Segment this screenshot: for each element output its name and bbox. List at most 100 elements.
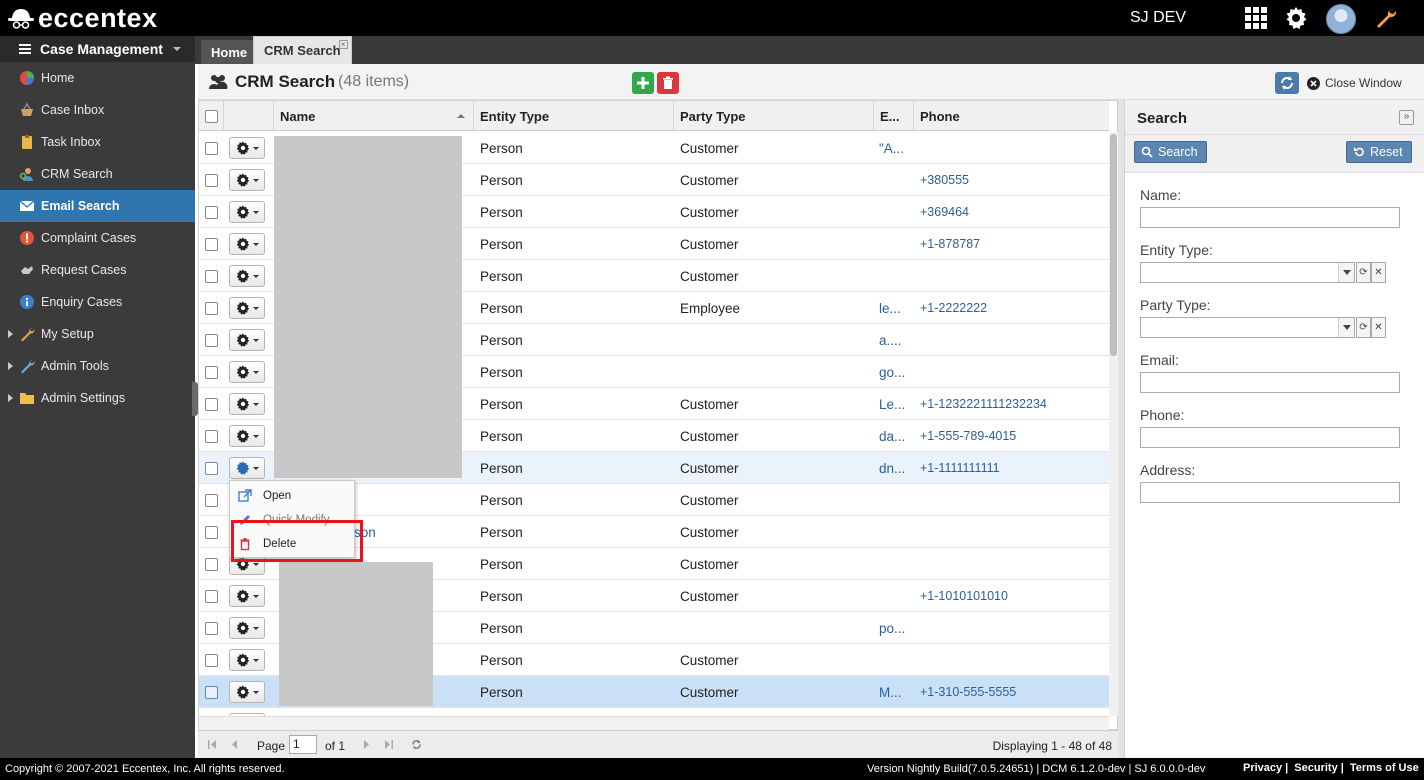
phone-cell[interactable] <box>920 324 1105 356</box>
wrench-icon[interactable] <box>1374 6 1398 30</box>
sidebar-item-admin-settings[interactable]: Admin Settings <box>0 382 195 414</box>
avatar[interactable] <box>1326 4 1356 34</box>
name-cell[interactable]: son <box>354 516 469 548</box>
row-checkbox[interactable] <box>205 525 218 539</box>
row-actions-button[interactable] <box>229 361 265 383</box>
tab-home[interactable]: Home <box>201 40 258 64</box>
row-checkbox[interactable] <box>205 621 218 635</box>
add-button[interactable] <box>632 72 654 94</box>
phone-cell[interactable] <box>920 516 1105 548</box>
email-cell[interactable] <box>879 260 913 292</box>
sidebar-item-crm-search[interactable]: CRM Search <box>0 158 195 190</box>
phone-cell[interactable]: +369464 <box>920 196 1105 228</box>
search-button[interactable]: Search <box>1134 141 1207 163</box>
entity-type-refresh-button[interactable]: ⟳ <box>1356 262 1371 283</box>
reset-button[interactable]: Reset <box>1346 141 1412 163</box>
phone-cell[interactable]: +1-1010101010 <box>920 580 1105 612</box>
privacy-link[interactable]: Privacy <box>1243 762 1282 774</box>
security-link[interactable]: Security <box>1294 762 1337 774</box>
select-all-checkbox[interactable] <box>205 109 218 123</box>
brand-logo[interactable]: eccentex <box>8 3 158 33</box>
collapse-panel-icon[interactable]: » <box>1399 110 1414 125</box>
phone-cell[interactable]: +1-1111111111 <box>920 452 1105 484</box>
apps-grid-icon[interactable] <box>1244 6 1268 30</box>
sidebar-item-my-setup[interactable]: My Setup <box>0 318 195 350</box>
phone-cell[interactable] <box>920 356 1105 388</box>
row-checkbox[interactable] <box>205 557 218 571</box>
column-header-party-type[interactable]: Party Type <box>674 101 874 131</box>
email-cell[interactable] <box>879 484 913 516</box>
row-actions-button[interactable] <box>229 585 265 607</box>
name-input[interactable] <box>1140 207 1400 228</box>
row-checkbox[interactable] <box>205 333 218 347</box>
party-type-refresh-button[interactable]: ⟳ <box>1356 317 1371 338</box>
sidebar-item-request-cases[interactable]: Request Cases <box>0 254 195 286</box>
phone-cell[interactable] <box>920 612 1105 644</box>
email-cell[interactable] <box>879 548 913 580</box>
row-actions-button[interactable] <box>229 649 265 671</box>
tab-crm-search[interactable]: CRM Search × <box>253 36 352 64</box>
email-cell[interactable] <box>879 580 913 612</box>
horizontal-scrollbar[interactable] <box>199 716 1109 730</box>
close-window-button[interactable]: Close Window <box>1307 76 1402 90</box>
page-number-input[interactable]: 1 <box>289 735 317 754</box>
phone-cell[interactable]: +1-555-789-4015 <box>920 420 1105 452</box>
phone-cell[interactable] <box>920 548 1105 580</box>
row-actions-button[interactable] <box>229 329 265 351</box>
phone-cell[interactable] <box>920 644 1105 676</box>
refresh-icon[interactable] <box>410 738 423 751</box>
email-cell[interactable]: le... <box>879 292 913 324</box>
next-page-icon[interactable] <box>360 738 373 751</box>
last-page-icon[interactable] <box>382 738 395 751</box>
row-actions-button[interactable] <box>229 681 265 703</box>
row-checkbox[interactable] <box>205 173 218 187</box>
phone-cell[interactable]: +1-310-555-5555 <box>920 676 1105 708</box>
email-cell[interactable]: M... <box>879 676 913 708</box>
row-checkbox[interactable] <box>205 493 218 507</box>
scrollbar-thumb[interactable] <box>1110 134 1117 356</box>
row-actions-button[interactable] <box>229 425 265 447</box>
email-cell[interactable]: da... <box>879 420 913 452</box>
column-header-name[interactable]: Name <box>274 101 474 131</box>
email-cell[interactable] <box>879 644 913 676</box>
sidebar-item-case-inbox[interactable]: Case Inbox <box>0 94 195 126</box>
phone-cell[interactable] <box>920 132 1105 164</box>
close-icon[interactable]: × <box>338 40 348 49</box>
row-checkbox[interactable] <box>205 589 218 603</box>
entity-type-clear-button[interactable]: ✕ <box>1371 262 1386 283</box>
sidebar-header[interactable]: Case Management <box>0 36 195 62</box>
email-cell[interactable]: po... <box>879 612 913 644</box>
first-page-icon[interactable] <box>206 738 219 751</box>
phone-cell[interactable] <box>920 260 1105 292</box>
row-checkbox[interactable] <box>205 461 218 475</box>
row-checkbox[interactable] <box>205 205 218 219</box>
phone-cell[interactable]: +1-2222222 <box>920 292 1105 324</box>
row-actions-button[interactable] <box>229 265 265 287</box>
row-actions-button[interactable] <box>229 169 265 191</box>
user-name[interactable]: SJ DEV <box>1130 9 1186 27</box>
refresh-button[interactable] <box>1275 72 1299 94</box>
row-checkbox[interactable] <box>205 429 218 443</box>
entity-type-select[interactable] <box>1140 262 1355 283</box>
menu-item-open[interactable]: Open <box>230 484 356 508</box>
row-checkbox[interactable] <box>205 269 218 283</box>
column-header-phone[interactable]: Phone <box>914 101 1109 131</box>
prev-page-icon[interactable] <box>228 738 241 751</box>
sidebar-item-home[interactable]: Home <box>0 62 195 94</box>
row-checkbox[interactable] <box>205 685 218 699</box>
terms-link[interactable]: Terms of Use <box>1350 762 1419 774</box>
sidebar-item-enquiry-cases[interactable]: Enquiry Cases <box>0 286 195 318</box>
row-actions-button[interactable] <box>229 297 265 319</box>
name-cell[interactable] <box>354 484 469 516</box>
party-type-select[interactable] <box>1140 317 1355 338</box>
sidebar-item-task-inbox[interactable]: Task Inbox <box>0 126 195 158</box>
sidebar-item-complaint-cases[interactable]: Complaint Cases <box>0 222 195 254</box>
email-cell[interactable]: go... <box>879 356 913 388</box>
row-checkbox[interactable] <box>205 653 218 667</box>
row-checkbox[interactable] <box>205 365 218 379</box>
email-cell[interactable]: Le... <box>879 388 913 420</box>
row-checkbox[interactable] <box>205 237 218 251</box>
row-actions-button[interactable] <box>229 393 265 415</box>
phone-input[interactable] <box>1140 427 1400 448</box>
column-header-email[interactable]: E... <box>874 101 914 131</box>
